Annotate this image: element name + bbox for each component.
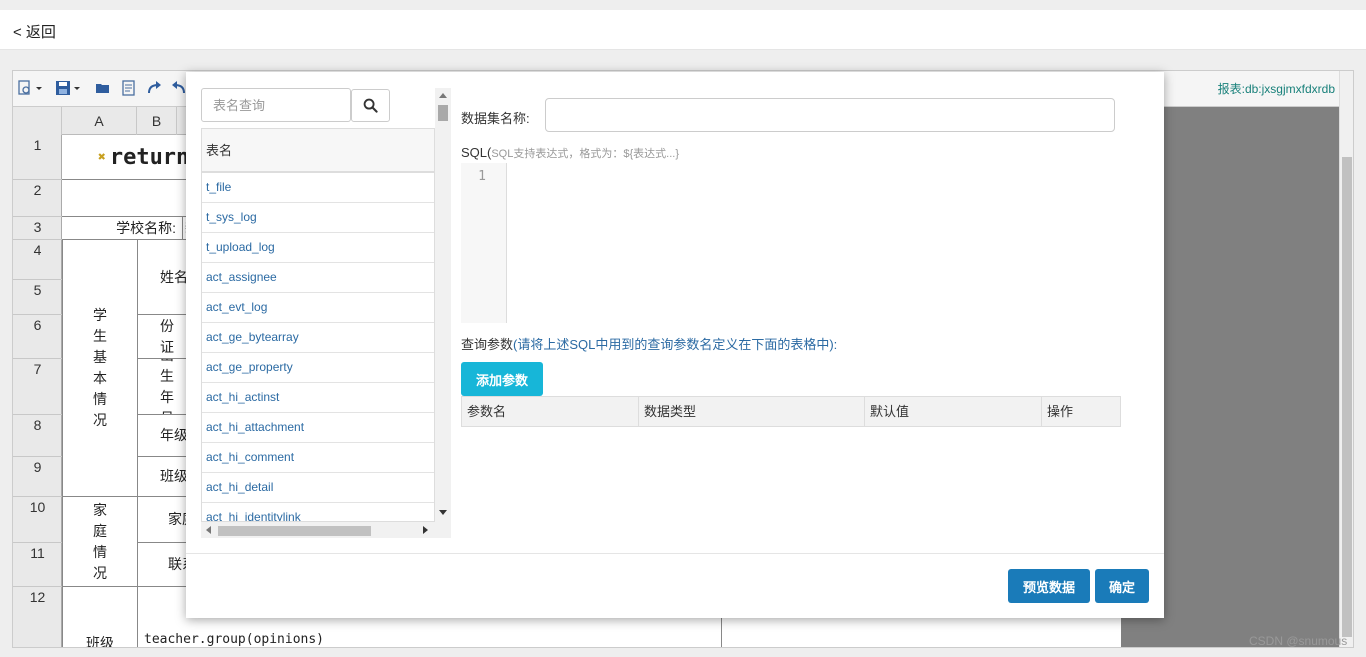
- designer-scrollbar[interactable]: [1339, 71, 1353, 647]
- row-header-11[interactable]: 11: [13, 543, 62, 587]
- list-item[interactable]: act_assignee: [202, 263, 434, 293]
- param-hint: (请将上述SQL中用到的查询参数名定义在下面的表格中):: [513, 337, 838, 352]
- watermark: CSDN @snumous: [1249, 634, 1348, 648]
- expression-icon: ✖: [98, 149, 106, 165]
- back-link[interactable]: < 返回: [13, 21, 56, 42]
- row-header-12[interactable]: 12: [13, 587, 62, 647]
- param-label-text: 查询参数: [461, 337, 514, 352]
- save-icon[interactable]: [55, 80, 71, 96]
- table-list-header: 表名: [202, 129, 434, 173]
- title-text: return: [109, 144, 190, 170]
- dialog-footer-divider: [186, 553, 1164, 554]
- row-header-7[interactable]: 7: [13, 359, 62, 415]
- table-picker: 表名 t_file t_sys_log t_upload_log act_ass…: [201, 88, 451, 538]
- column-header-a[interactable]: A: [62, 107, 137, 135]
- family-info-cell[interactable]: 家庭情况: [62, 497, 138, 587]
- search-button[interactable]: [351, 89, 390, 122]
- search-icon: [363, 98, 378, 113]
- list-item[interactable]: act_hi_identitylink: [202, 503, 434, 521]
- list-item[interactable]: act_ge_property: [202, 353, 434, 383]
- sql-editor[interactable]: 1: [461, 163, 1141, 323]
- preview-data-button[interactable]: 预览数据: [1008, 569, 1090, 603]
- param-col-action[interactable]: 操作: [1042, 397, 1120, 426]
- table-list-hscroll[interactable]: [201, 522, 451, 538]
- line-number: 1: [461, 163, 507, 323]
- list-item[interactable]: act_hi_detail: [202, 473, 434, 503]
- scroll-down-icon[interactable]: [439, 510, 447, 516]
- scrollbar-thumb[interactable]: [438, 105, 448, 121]
- corner-cell[interactable]: [13, 107, 62, 135]
- dataset-form: 数据集名称: SQL(SQL支持表达式，格式为：${表达式...} 1 查询参数…: [461, 88, 1141, 538]
- list-item[interactable]: act_hi_attachment: [202, 413, 434, 443]
- table-search-input[interactable]: [201, 88, 351, 122]
- param-col-type[interactable]: 数据类型: [639, 397, 865, 426]
- scroll-right-icon[interactable]: [423, 526, 429, 534]
- class-row-cell[interactable]: 班级: [62, 587, 138, 647]
- add-param-button[interactable]: 添加参数: [461, 362, 543, 396]
- confirm-button[interactable]: 确定: [1095, 569, 1149, 603]
- list-item[interactable]: t_file: [202, 173, 434, 203]
- school-label[interactable]: 学校名称:: [62, 217, 182, 240]
- column-header-b[interactable]: B: [137, 107, 177, 135]
- list-item[interactable]: act_evt_log: [202, 293, 434, 323]
- list-item[interactable]: t_sys_log: [202, 203, 434, 233]
- sql-label-prefix: SQL(: [461, 145, 492, 160]
- document-icon[interactable]: [121, 80, 137, 96]
- chevron-down-icon[interactable]: [73, 80, 81, 96]
- folder-open-icon[interactable]: [95, 80, 111, 96]
- scroll-up-icon[interactable]: [439, 93, 447, 99]
- row-header-5[interactable]: 5: [13, 280, 62, 315]
- scroll-left-icon[interactable]: [206, 526, 212, 534]
- table-list-vscroll[interactable]: [435, 88, 451, 522]
- row-header: 1 2 3 4 5 6 7 8 9 10 11 12: [13, 135, 62, 647]
- dataset-dialog: 表名 t_file t_sys_log t_upload_log act_ass…: [186, 72, 1164, 618]
- sql-label: SQL(SQL支持表达式，格式为：${表达式...}: [461, 145, 679, 161]
- top-bar: < 返回: [0, 10, 1366, 50]
- scrollbar-thumb[interactable]: [218, 526, 371, 536]
- row-header-1[interactable]: 1: [13, 135, 62, 180]
- row-header-8[interactable]: 8: [13, 415, 62, 457]
- report-name: 报表:db:jxsgjmxfdxrdb: [1217, 82, 1335, 96]
- row-header-2[interactable]: 2: [13, 180, 62, 217]
- preview-icon[interactable]: [17, 80, 33, 96]
- row-header-6[interactable]: 6: [13, 315, 62, 359]
- list-item[interactable]: act_hi_comment: [202, 443, 434, 473]
- row-header-9[interactable]: 9: [13, 457, 62, 497]
- list-item[interactable]: t_upload_log: [202, 233, 434, 263]
- list-item[interactable]: act_ge_bytearray: [202, 323, 434, 353]
- row-header-3[interactable]: 3: [13, 217, 62, 240]
- row-header-4[interactable]: 4: [13, 240, 62, 280]
- list-item[interactable]: act_hi_actinst: [202, 383, 434, 413]
- sql-hint: SQL支持表达式，格式为：${表达式...}: [491, 148, 679, 160]
- dataset-name-input[interactable]: [545, 98, 1115, 132]
- row-header-10[interactable]: 10: [13, 497, 62, 543]
- table-list: 表名 t_file t_sys_log t_upload_log act_ass…: [201, 128, 435, 522]
- param-col-name[interactable]: 参数名: [462, 397, 639, 426]
- param-col-default[interactable]: 默认值: [865, 397, 1042, 426]
- redo-icon[interactable]: [146, 80, 162, 96]
- undo-icon[interactable]: [171, 80, 187, 96]
- scrollbar-thumb[interactable]: [1342, 157, 1352, 637]
- dataset-name-label: 数据集名称:: [461, 111, 530, 126]
- chevron-down-icon[interactable]: [35, 80, 43, 96]
- student-info-cell[interactable]: 学生基本情况: [62, 240, 138, 497]
- param-table-header: 参数名 数据类型 默认值 操作: [461, 396, 1121, 427]
- query-params-label: 查询参数(请将上述SQL中用到的查询参数名定义在下面的表格中):: [461, 334, 837, 353]
